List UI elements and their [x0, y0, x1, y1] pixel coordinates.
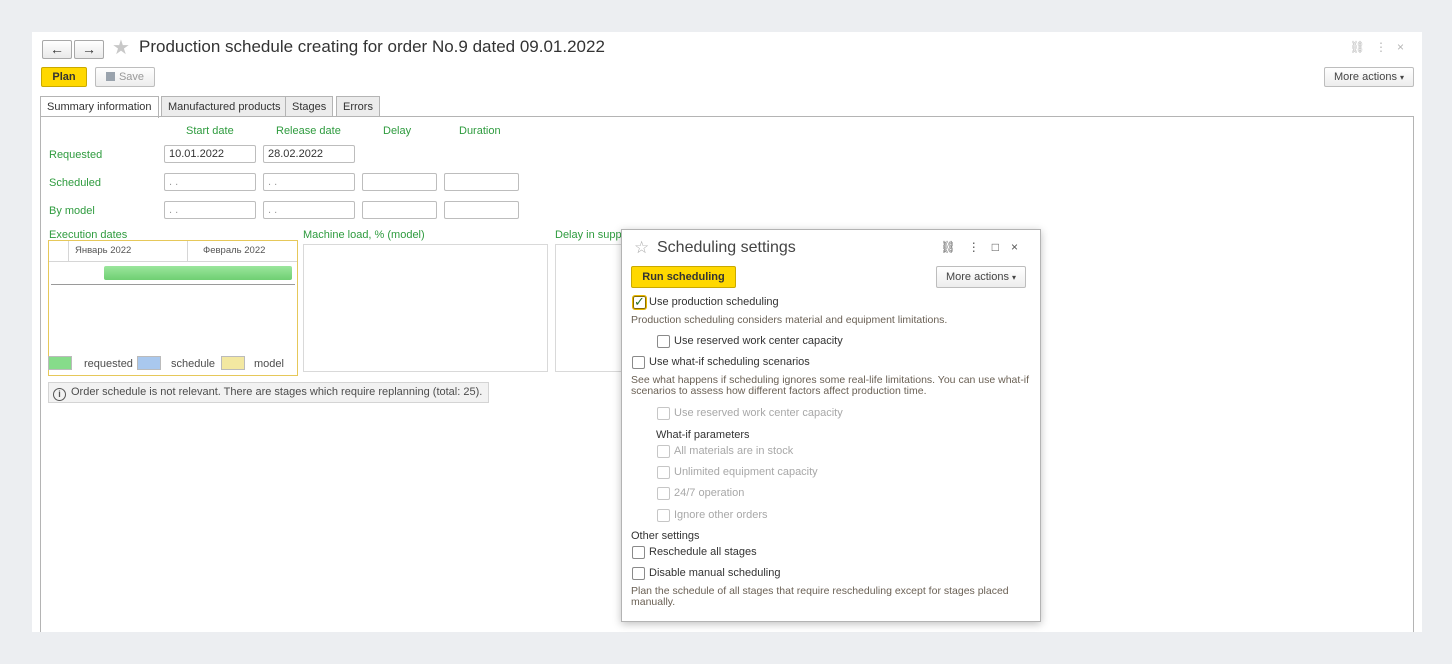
more-actions-button[interactable]: More actions ▾: [1324, 67, 1414, 87]
legend-model-label: model: [254, 358, 284, 370]
model-delay-field[interactable]: [362, 201, 437, 219]
info-message: i Order schedule is not relevant. There a…: [48, 382, 490, 403]
manual-note: Plan the schedule of all stages that req…: [631, 585, 1009, 608]
close-icon[interactable]: ×: [1011, 240, 1030, 254]
plan-button[interactable]: Plan: [41, 67, 87, 87]
maximize-icon[interactable]: □: [992, 240, 1011, 254]
ignore-orders-checkbox[interactable]: [657, 509, 670, 522]
use-production-scheduling-checkbox[interactable]: [632, 294, 647, 310]
use-reserved-capacity-checkbox[interactable]: [657, 335, 670, 348]
reschedule-all-label: Reschedule all stages: [649, 546, 757, 558]
legend-schedule-label: schedule: [171, 358, 216, 370]
tab-summary[interactable]: Summary information: [40, 96, 159, 118]
col-start-date: Start date: [186, 125, 234, 137]
whatif-note: See what happens if scheduling ignores s…: [631, 374, 1030, 397]
scheduled-start-field[interactable]: . .: [164, 173, 256, 191]
col-delay: Delay: [383, 125, 412, 137]
whatif-params-heading: What-if parameters: [656, 429, 750, 441]
link-icon[interactable]: ⛓: [1350, 40, 1375, 54]
info-icon: i: [53, 388, 66, 401]
use-whatif-checkbox[interactable]: [632, 356, 645, 369]
gantt-header: Январь 2022 Февраль 2022: [49, 241, 297, 262]
window-controls: ⛓⋮×: [1350, 40, 1414, 54]
whatif-reserved-capacity-label: Use reserved work center capacity: [674, 407, 843, 419]
row-requested-label: Requested: [49, 149, 103, 161]
delay-label: Delay in supp: [555, 229, 622, 241]
all-materials-label: All materials are in stock: [674, 445, 794, 457]
use-reserved-capacity-label: Use reserved work center capacity: [674, 335, 843, 347]
ignore-orders-label: Ignore other orders: [674, 509, 768, 521]
row-model-label: By model: [49, 205, 95, 217]
model-release-field[interactable]: . .: [263, 201, 355, 219]
dropdown-arrow-icon: ▾: [1012, 273, 1017, 282]
save-icon: [105, 72, 115, 81]
gantt-month-jan: Январь 2022: [75, 245, 132, 256]
requested-release-field[interactable]: 28.02.2022: [263, 145, 355, 163]
tab-errors[interactable]: Errors: [336, 96, 380, 116]
page-title: Production schedule creating for order N…: [139, 37, 605, 56]
tab-manufactured-products[interactable]: Manufactured products: [161, 96, 288, 116]
disable-manual-checkbox[interactable]: [632, 567, 645, 580]
tab-stages[interactable]: Stages: [285, 96, 334, 116]
model-duration-field[interactable]: [444, 201, 519, 219]
scheduled-duration-field[interactable]: [444, 173, 519, 191]
other-settings-heading: Other settings: [631, 530, 700, 542]
legend-model-swatch: [221, 356, 245, 370]
back-button[interactable]: ←: [42, 40, 72, 59]
more-menu-icon[interactable]: ⋮: [968, 240, 992, 254]
execution-gantt[interactable]: Январь 2022 Февраль 2022: [48, 240, 298, 376]
favorite-star-icon[interactable]: ★: [112, 35, 130, 60]
dialog-more-actions-button[interactable]: More actions ▾: [936, 266, 1026, 288]
row-scheduled-label: Scheduled: [49, 177, 101, 189]
dropdown-arrow-icon: ▾: [1400, 73, 1405, 82]
operation-247-checkbox[interactable]: [657, 487, 670, 500]
production-note: Production scheduling considers material…: [631, 314, 948, 326]
legend-schedule-swatch: [137, 356, 161, 370]
gantt-requested-bar: [104, 266, 292, 280]
legend-requested-swatch: [48, 356, 72, 370]
col-duration: Duration: [459, 125, 501, 137]
delay-chart: [555, 244, 625, 372]
model-start-field[interactable]: . .: [164, 201, 256, 219]
link-icon[interactable]: ⛓: [941, 240, 968, 254]
unlimited-equipment-label: Unlimited equipment capacity: [674, 466, 818, 478]
close-icon[interactable]: ×: [1397, 40, 1414, 54]
unlimited-equipment-checkbox[interactable]: [657, 466, 670, 479]
use-whatif-label: Use what-if scheduling scenarios: [649, 356, 810, 368]
forward-button[interactable]: →: [74, 40, 104, 59]
run-scheduling-button[interactable]: Run scheduling: [631, 266, 736, 288]
requested-start-field[interactable]: 10.01.2022: [164, 145, 256, 163]
operation-247-label: 24/7 operation: [674, 487, 745, 499]
scheduling-settings-dialog: ☆ Scheduling settings ⛓⋮□× Run schedulin…: [621, 229, 1041, 622]
reschedule-all-checkbox[interactable]: [632, 546, 645, 559]
whatif-reserved-capacity-checkbox[interactable]: [657, 407, 670, 420]
gantt-month-feb: Февраль 2022: [203, 245, 266, 256]
scheduled-delay-field[interactable]: [362, 173, 437, 191]
legend-requested-label: requested: [84, 358, 133, 370]
machine-load-chart: [303, 244, 548, 372]
col-release-date: Release date: [276, 125, 341, 137]
save-button[interactable]: Save: [95, 67, 155, 87]
use-production-scheduling-label: Use production scheduling: [649, 296, 779, 308]
more-menu-icon[interactable]: ⋮: [1375, 40, 1397, 54]
disable-manual-label: Disable manual scheduling: [649, 567, 781, 579]
scheduled-release-field[interactable]: . .: [263, 173, 355, 191]
all-materials-checkbox[interactable]: [657, 445, 670, 458]
favorite-star-icon[interactable]: ☆: [634, 238, 649, 258]
dialog-title: Scheduling settings: [657, 239, 796, 256]
dialog-controls: ⛓⋮□×: [941, 240, 1031, 254]
machine-load-label: Machine load, % (model): [303, 229, 425, 241]
